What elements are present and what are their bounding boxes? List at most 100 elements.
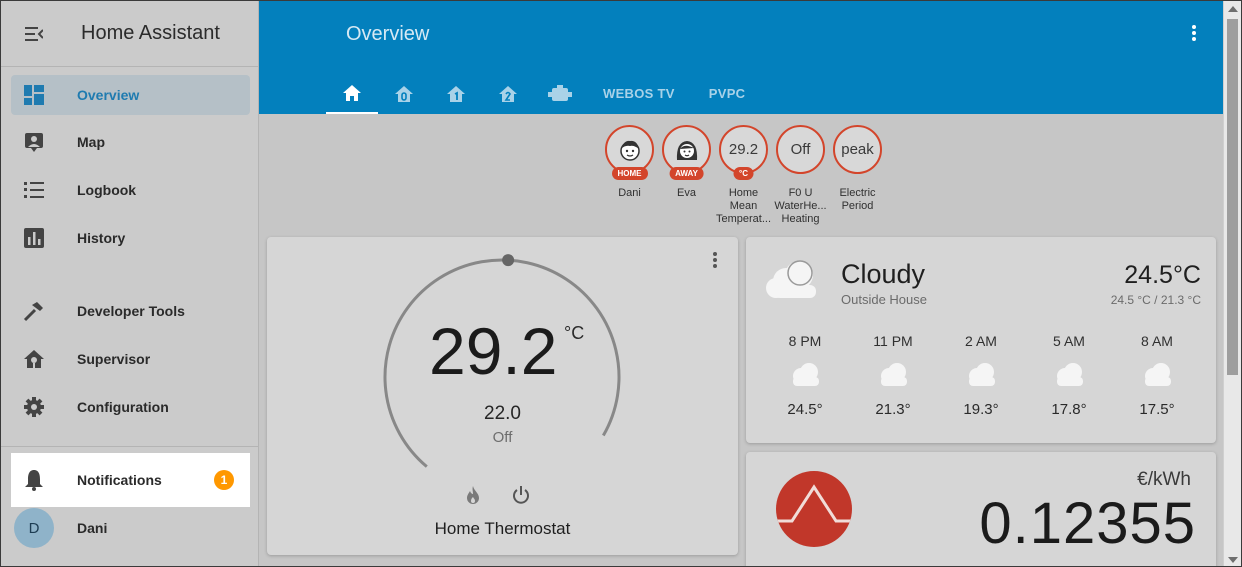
weather-condition: Cloudy	[841, 259, 926, 289]
sidebar-item-history[interactable]: History	[11, 218, 250, 258]
entity-badges: HOME Dani AWAY Eva 29.2 °C Home Mean Tem…	[601, 125, 886, 226]
badge-state-tag: AWAY	[669, 167, 704, 180]
sidebar-item-notifications[interactable]: Notifications 1	[11, 453, 250, 507]
power-icon[interactable]	[511, 485, 531, 510]
forecast-temp: 19.3°	[963, 401, 999, 418]
badge-mean-temperature[interactable]: 29.2 °C Home Mean Temperat...	[715, 125, 772, 226]
badge-water-heater-heating[interactable]: Off F0 U WaterHe... Heating	[772, 125, 829, 226]
history-chart-icon	[11, 228, 57, 248]
tab-water-heater[interactable]	[534, 73, 586, 114]
sidebar-item-developer-tools[interactable]: Developer Tools	[11, 291, 250, 331]
forecast-time: 8 AM	[1141, 333, 1173, 349]
price-value: 0.12355	[979, 491, 1196, 556]
badge-value: 29.2	[728, 141, 759, 158]
thermostat-name: Home Thermostat	[434, 519, 571, 538]
badge-value: Off	[790, 141, 811, 158]
sidebar-item-user[interactable]: D Dani	[11, 508, 250, 548]
scrollbar[interactable]	[1223, 1, 1241, 566]
badge-circle: HOME	[605, 125, 654, 180]
notification-count-badge: 1	[214, 470, 234, 490]
sidebar-item-label: Overview	[77, 87, 140, 103]
price-unit: €/kWh	[1137, 469, 1191, 490]
weather-temperature: 24.5°C	[1124, 261, 1201, 289]
badge-name: Home Mean Temperat...	[715, 187, 772, 225]
tab-floor-2[interactable]	[482, 73, 534, 114]
badge-person-eva[interactable]: AWAY Eva	[658, 125, 715, 226]
tab-floor-0[interactable]	[378, 73, 430, 114]
badge-circle: AWAY	[662, 125, 711, 180]
logbook-icon	[11, 181, 57, 199]
dashboard-icon	[11, 85, 57, 105]
badge-name: Dani	[618, 187, 641, 199]
flame-icon[interactable]	[465, 485, 481, 510]
sidebar-item-overview[interactable]: Overview	[11, 75, 250, 115]
cloudy-icon	[1145, 363, 1171, 386]
forecast-time: 2 AM	[965, 333, 997, 349]
weather-card[interactable]: Cloudy Outside House 24.5°C 24.5 °C / 21…	[746, 237, 1216, 443]
sidebar-item-supervisor[interactable]: Supervisor	[11, 339, 250, 379]
sidebar-item-label: History	[77, 230, 126, 246]
current-temperature: 29.2	[429, 314, 558, 388]
water-heater-icon	[548, 84, 572, 101]
sidebar-item-label: Logbook	[77, 182, 137, 198]
forecast-item: 2 AM 19.3°	[937, 333, 1025, 418]
electricity-price-card[interactable]: €/kWh 0.12355	[746, 452, 1216, 566]
tab-floor-1[interactable]	[430, 73, 482, 114]
sidebar-item-logbook[interactable]: Logbook	[11, 170, 250, 210]
app-header: Overview WEBOS TV PVPC	[259, 1, 1225, 114]
weather-temp-range: 24.5 °C / 21.3 °C	[1110, 293, 1201, 307]
tab-pvpc[interactable]: PVPC	[692, 73, 763, 114]
user-name: Dani	[77, 520, 108, 536]
badge-electric-period[interactable]: peak Electric Period	[829, 125, 886, 226]
pvpc-logo-icon	[776, 471, 852, 547]
badge-state-tag: HOME	[611, 167, 648, 180]
scroll-up-arrow-icon[interactable]	[1228, 6, 1238, 12]
bell-icon	[11, 469, 57, 491]
badge-name: Eva	[677, 187, 696, 199]
temperature-unit: °C	[564, 323, 585, 343]
badge-person-dani[interactable]: HOME Dani	[601, 125, 658, 226]
badge-value: peak	[841, 141, 874, 158]
thermostat-card: 29.2 °C 22.0 Off Home Thermostat	[267, 237, 738, 555]
forecast-temp: 21.3°	[875, 401, 911, 418]
tab-home[interactable]	[326, 73, 378, 114]
badge-circle: Off	[776, 125, 825, 174]
cloudy-icon	[1057, 363, 1083, 386]
sidebar-item-configuration[interactable]: Configuration	[11, 387, 250, 427]
scrollbar-thumb[interactable]	[1227, 19, 1238, 375]
sidebar-divider	[1, 446, 259, 447]
sidebar-header: Home Assistant	[1, 1, 258, 67]
more-vert-icon[interactable]	[1191, 23, 1197, 48]
page-title: Overview	[346, 23, 430, 45]
gear-icon	[11, 396, 57, 418]
sidebar-item-map[interactable]: Map	[11, 122, 250, 162]
weather-location: Outside House	[841, 292, 927, 307]
forecast-temp: 17.5°	[1139, 401, 1175, 418]
forecast-item: 11 PM 21.3°	[849, 333, 937, 418]
sidebar-item-label: Developer Tools	[77, 303, 185, 319]
tab-webos-tv[interactable]: WEBOS TV	[586, 73, 692, 114]
target-temperature: 22.0	[484, 403, 521, 424]
badge-circle: peak	[833, 125, 882, 174]
cloudy-icon	[881, 363, 907, 386]
dial-setpoint-handle[interactable]	[502, 254, 515, 267]
sidebar: Home Assistant Overview Map Logbook Hist	[1, 1, 259, 566]
forecast-time: 5 AM	[1053, 333, 1085, 349]
forecast-time: 8 PM	[788, 333, 822, 349]
hammer-icon	[11, 300, 57, 322]
home-floor-1-icon	[447, 85, 465, 102]
sidebar-item-label: Notifications	[77, 472, 162, 488]
cloudy-icon	[969, 363, 995, 386]
cloudy-icon	[766, 260, 816, 298]
home-floor-2-icon	[499, 85, 517, 102]
badge-name: Electric Period	[839, 187, 876, 212]
forecast-temp: 24.5°	[787, 401, 823, 418]
view-tabs: WEBOS TV PVPC	[326, 73, 762, 114]
person-avatar-icon	[619, 140, 640, 161]
forecast-item: 5 AM 17.8°	[1025, 333, 1113, 418]
forecast-time: 11 PM	[873, 333, 913, 349]
forecast-item: 8 AM 17.5°	[1113, 333, 1201, 418]
scroll-down-arrow-icon[interactable]	[1228, 557, 1238, 563]
mode-buttons	[465, 485, 531, 510]
menu-collapse-icon[interactable]	[1, 1, 67, 67]
